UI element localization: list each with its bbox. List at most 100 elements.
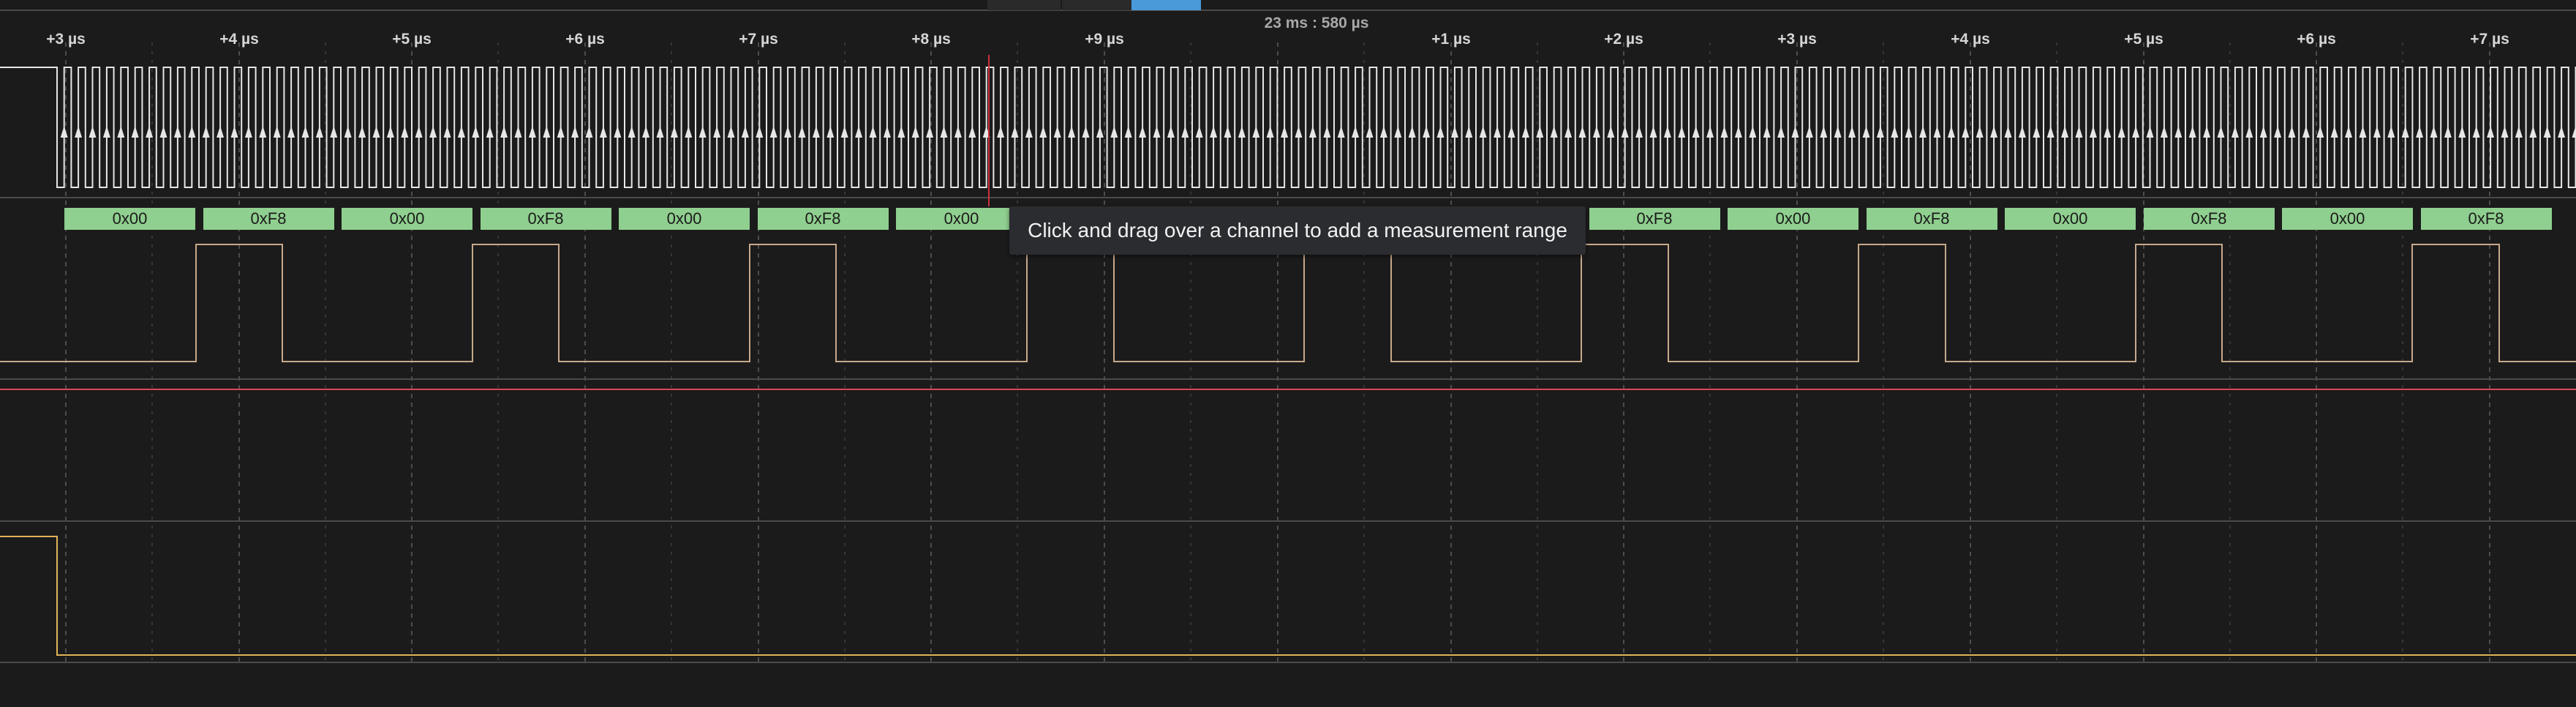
rising-edge-arrow-icon xyxy=(287,126,295,138)
rising-edge-arrow-icon xyxy=(457,126,465,138)
decoded-byte-frame[interactable]: 0xF8 xyxy=(1589,208,1720,230)
rising-edge-arrow-icon xyxy=(2231,126,2239,138)
rising-edge-arrow-icon xyxy=(2004,126,2012,138)
rising-edge-arrow-icon xyxy=(713,126,721,138)
rising-edge-arrow-icon xyxy=(1905,126,1913,138)
rising-edge-arrow-icon xyxy=(1167,126,1175,138)
rising-edge-arrow-icon xyxy=(698,126,707,138)
decoded-byte-frame[interactable]: 0xF8 xyxy=(1866,208,1997,230)
rising-edge-arrow-icon xyxy=(1266,126,1274,138)
rising-edge-arrow-icon xyxy=(514,126,522,138)
rising-edge-arrow-icon xyxy=(1308,126,1317,138)
rising-edge-arrow-icon xyxy=(486,126,494,138)
rising-edge-arrow-icon xyxy=(911,126,919,138)
decoded-byte-frame[interactable]: 0x00 xyxy=(342,208,472,230)
rising-edge-arrow-icon xyxy=(2543,126,2551,138)
rising-edge-arrow-icon xyxy=(1494,126,1502,138)
rising-edge-arrow-icon xyxy=(1820,126,1828,138)
rising-edge-arrow-icon xyxy=(2104,126,2112,138)
time-ruler-tick-label: +4 µs xyxy=(1951,31,1990,48)
rising-edge-arrow-icon xyxy=(2558,126,2566,138)
rising-edge-arrow-icon xyxy=(2515,126,2523,138)
rising-edge-arrow-icon xyxy=(131,126,139,138)
rising-edge-arrow-icon xyxy=(273,126,281,138)
rising-edge-arrow-icon xyxy=(883,126,891,138)
time-ruler-tick-label: +3 µs xyxy=(1777,31,1817,48)
waveform-canvas[interactable] xyxy=(0,0,2576,707)
rising-edge-arrow-icon xyxy=(358,126,366,138)
decoded-byte-frame[interactable]: 0xF8 xyxy=(2420,208,2552,230)
rising-edge-arrow-icon xyxy=(869,126,877,138)
rising-edge-arrow-icon xyxy=(528,126,536,138)
rising-edge-arrow-icon xyxy=(926,126,934,138)
rising-edge-arrow-icon xyxy=(173,126,181,138)
rising-edge-arrow-icon xyxy=(2259,126,2267,138)
rising-edge-arrow-icon xyxy=(1352,126,1360,138)
rising-edge-arrow-icon xyxy=(259,126,267,138)
rising-edge-arrow-icon xyxy=(315,126,323,138)
overview-viewport-handle[interactable] xyxy=(1131,0,1201,10)
decoded-byte-frame[interactable]: 0xF8 xyxy=(480,208,611,230)
rising-edge-arrow-icon xyxy=(2033,126,2041,138)
time-ruler-tick-label: +2 µs xyxy=(1604,31,1643,48)
decoded-byte-frame[interactable]: 0xF8 xyxy=(2143,208,2275,230)
rising-edge-arrow-icon xyxy=(1153,126,1161,138)
rising-edge-arrow-icon xyxy=(685,126,693,138)
decoded-byte-frame[interactable]: 0x00 xyxy=(2282,208,2413,230)
rising-edge-arrow-icon xyxy=(1181,126,1189,138)
rising-edge-arrow-icon xyxy=(1706,126,1714,138)
rising-edge-arrow-icon xyxy=(897,126,905,138)
rising-edge-arrow-icon xyxy=(1749,126,1757,138)
decoded-byte-frame[interactable]: 0x00 xyxy=(2005,208,2136,230)
decoded-byte-frame[interactable]: 0x00 xyxy=(619,208,750,230)
rising-edge-arrow-icon xyxy=(1238,126,1246,138)
rising-edge-arrow-icon xyxy=(1394,126,1402,138)
rising-edge-arrow-icon xyxy=(2075,126,2083,138)
rising-edge-arrow-icon xyxy=(344,126,352,138)
rising-edge-arrow-icon xyxy=(429,126,437,138)
rising-edge-arrow-icon xyxy=(1479,126,1487,138)
rising-edge-arrow-icon xyxy=(2132,126,2140,138)
rising-edge-arrow-icon xyxy=(741,126,749,138)
time-ruler-tick-label: +6 µs xyxy=(2297,31,2336,48)
rising-edge-arrow-icon xyxy=(756,126,764,138)
rising-edge-arrow-icon xyxy=(2188,126,2196,138)
rising-edge-arrow-icon xyxy=(1379,126,1387,138)
decoded-byte-frame[interactable]: 0x00 xyxy=(896,208,1027,230)
time-ruler-tick-label: +5 µs xyxy=(392,31,432,48)
decoded-byte-frame[interactable]: 0xF8 xyxy=(757,208,889,230)
rising-edge-arrow-icon xyxy=(1891,126,1899,138)
rising-edge-arrow-icon xyxy=(2245,126,2253,138)
rising-edge-arrow-icon xyxy=(75,126,83,138)
rising-edge-arrow-icon xyxy=(1252,126,1260,138)
rising-edge-arrow-icon xyxy=(1976,126,1984,138)
time-ruler-tick-label: +5 µs xyxy=(2124,31,2163,48)
rising-edge-arrow-icon xyxy=(1862,126,1870,138)
rising-edge-arrow-icon xyxy=(1507,126,1515,138)
time-ruler-tick-label: +6 µs xyxy=(565,31,605,48)
rising-edge-arrow-icon xyxy=(1096,126,1104,138)
rising-edge-arrow-icon xyxy=(2330,126,2338,138)
decoded-byte-frame[interactable]: 0xF8 xyxy=(203,208,334,230)
rising-edge-arrow-icon xyxy=(826,126,835,138)
rising-edge-arrow-icon xyxy=(769,126,777,138)
rising-edge-arrow-icon xyxy=(230,126,238,138)
decoded-byte-frame[interactable]: 0x00 xyxy=(64,208,195,230)
rising-edge-arrow-icon xyxy=(500,126,508,138)
rising-edge-arrow-icon xyxy=(1663,126,1671,138)
rising-edge-arrow-icon xyxy=(557,126,565,138)
rising-edge-arrow-icon xyxy=(2373,126,2381,138)
rising-edge-arrow-icon xyxy=(1607,126,1615,138)
rising-edge-arrow-icon xyxy=(1649,126,1657,138)
rising-edge-arrow-icon xyxy=(1068,126,1076,138)
rising-edge-arrow-icon xyxy=(2117,126,2125,138)
rising-edge-arrow-icon xyxy=(372,126,380,138)
data-channel-trace xyxy=(0,244,2576,362)
decoded-byte-frame[interactable]: 0x00 xyxy=(1728,208,1858,230)
rising-edge-arrow-icon xyxy=(954,126,962,138)
rising-edge-arrow-icon xyxy=(2529,126,2537,138)
rising-edge-arrow-icon xyxy=(1366,126,1374,138)
rising-edge-arrow-icon xyxy=(2444,126,2452,138)
rising-edge-arrow-icon xyxy=(798,126,806,138)
rising-edge-arrow-icon xyxy=(2061,126,2069,138)
